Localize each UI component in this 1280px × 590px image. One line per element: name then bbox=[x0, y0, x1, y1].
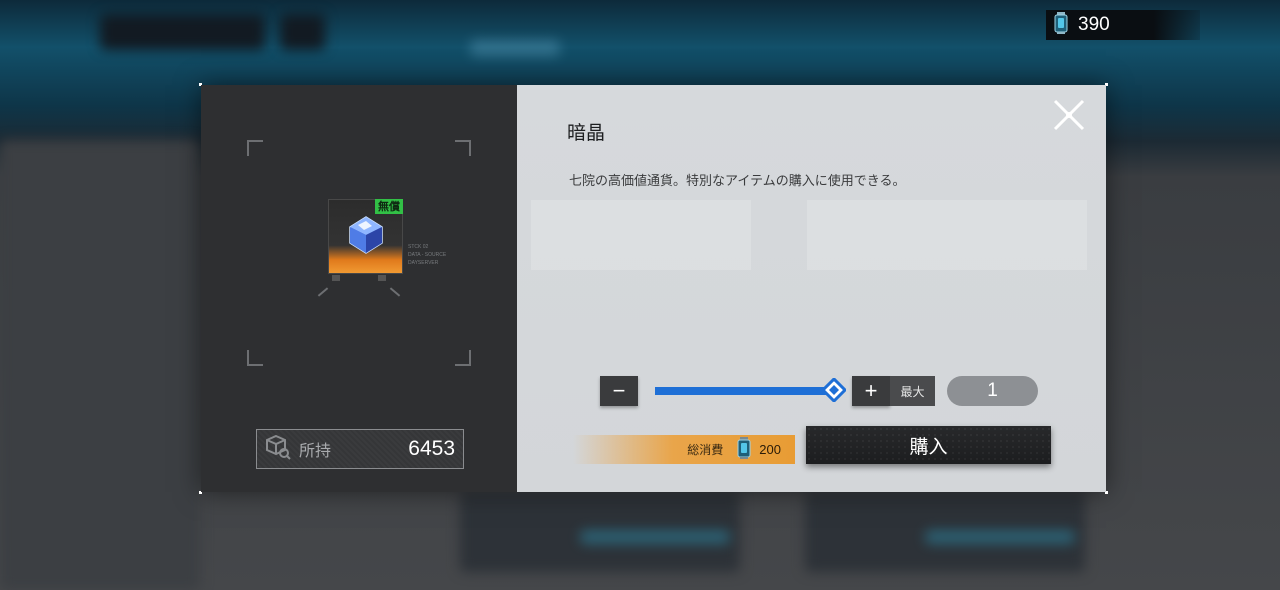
bg-glow bbox=[470, 40, 560, 56]
close-button[interactable] bbox=[1049, 97, 1089, 137]
quantity-value[interactable]: 1 bbox=[947, 376, 1038, 406]
item-preview-panel: 無償 STCK 02 DATA - SOURCE DAYSERVER 所持 64… bbox=[201, 85, 517, 492]
total-cost-label: 総消費 bbox=[687, 443, 724, 457]
quantity-slider-track[interactable] bbox=[655, 387, 835, 395]
item-meta-line: STCK 02 bbox=[408, 244, 429, 250]
buy-button[interactable]: 購入 bbox=[806, 426, 1051, 464]
frame-tick bbox=[389, 287, 401, 297]
decrease-button[interactable]: − bbox=[600, 376, 638, 406]
crystal-vial-icon bbox=[1054, 12, 1068, 38]
item-detail-panel: 暗晶 七院の高価値通貨。特別なアイテムの購入に使用できる。 − + 最大 1 総… bbox=[517, 85, 1106, 492]
buy-button-label: 購入 bbox=[909, 435, 948, 458]
item-card: 無償 bbox=[328, 199, 403, 274]
item-stand bbox=[332, 275, 340, 281]
decor-panel bbox=[807, 200, 1087, 270]
decor-panel bbox=[531, 200, 751, 270]
total-cost-bar: 総消費 200 bbox=[573, 435, 795, 464]
owned-label: 所持 bbox=[299, 441, 332, 460]
free-badge: 無償 bbox=[375, 199, 403, 214]
item-description: 七院の高価値通貨。特別なアイテムの購入に使用できる。 bbox=[569, 174, 906, 189]
bg-shop-card-1-bar bbox=[580, 530, 730, 544]
bg-shop-card-2-bar bbox=[925, 530, 1075, 544]
item-meta-line: DAYSERVER bbox=[408, 260, 439, 266]
item-name: 暗晶 bbox=[567, 122, 606, 144]
frame-bracket bbox=[247, 140, 263, 156]
bg-topbar-left bbox=[100, 14, 265, 50]
quantity-slider-thumb[interactable] bbox=[820, 376, 848, 404]
currency-amount: 390 bbox=[1078, 14, 1110, 35]
purchase-dialog: 無償 STCK 02 DATA - SOURCE DAYSERVER 所持 64… bbox=[199, 83, 1108, 494]
frame-bracket bbox=[455, 350, 471, 366]
item-stand bbox=[378, 275, 386, 281]
frame-tick bbox=[317, 287, 329, 297]
crystal-vial-icon bbox=[737, 436, 751, 463]
bg-topbar-button bbox=[280, 14, 325, 50]
frame-bracket bbox=[247, 350, 263, 366]
bg-sidebar bbox=[0, 140, 200, 590]
owned-count-box: 所持 6453 bbox=[256, 429, 464, 469]
item-meta: STCK 02 DATA - SOURCE DAYSERVER bbox=[408, 243, 446, 267]
increase-button[interactable]: + bbox=[852, 376, 890, 406]
owned-value: 6453 bbox=[408, 437, 455, 460]
total-cost-value: 200 bbox=[759, 442, 781, 457]
item-meta-line: DATA - SOURCE bbox=[408, 252, 447, 258]
dark-crystal-icon bbox=[346, 215, 386, 259]
inventory-box-icon bbox=[265, 434, 291, 464]
close-icon bbox=[1052, 98, 1086, 136]
max-button[interactable]: 最大 bbox=[890, 376, 935, 406]
currency-display: 390 bbox=[1046, 10, 1200, 40]
frame-bracket bbox=[455, 140, 471, 156]
